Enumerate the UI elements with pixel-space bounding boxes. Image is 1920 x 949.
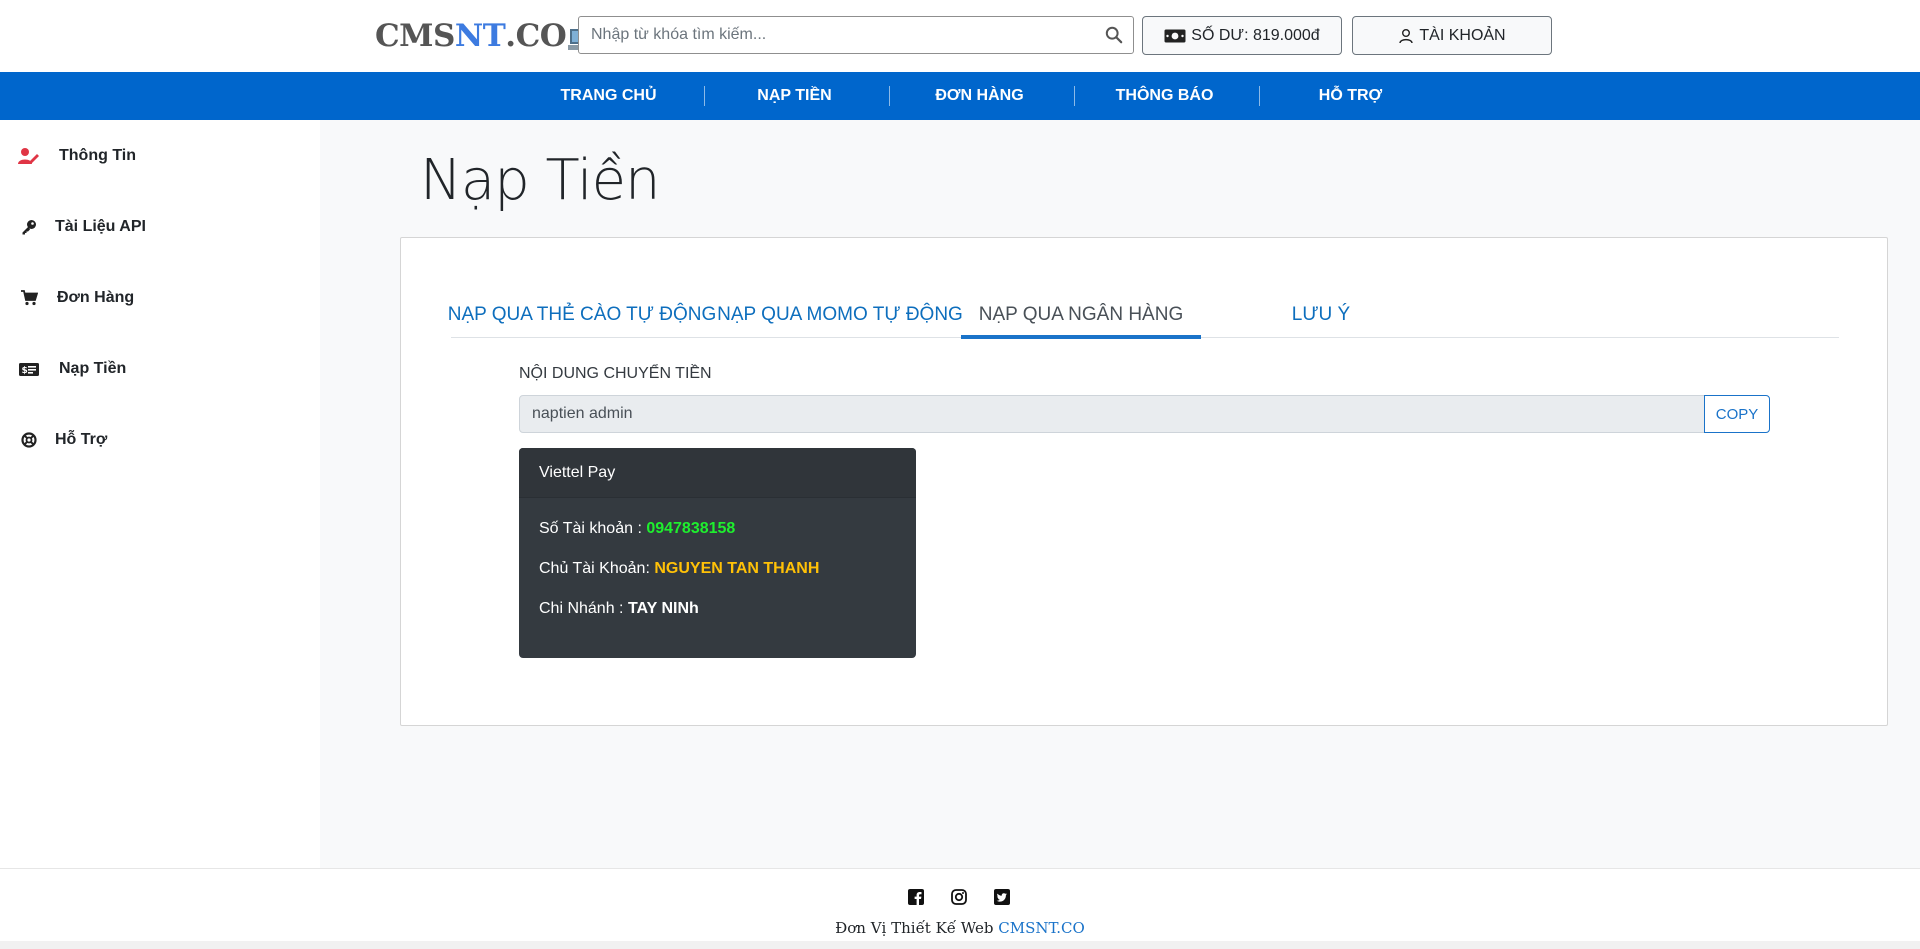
page-title: Nạp Tiền xyxy=(420,148,661,213)
nav-label: NẠP TIỀN xyxy=(757,87,832,104)
logo-text-nt: NT xyxy=(454,18,506,54)
deposit-card: NẠP QUA THẺ CÀO TỰ ĐỘNG NẠP QUA MOMO TỰ … xyxy=(400,237,1888,726)
sidebar-item-deposit[interactable]: $ Nạp Tiền xyxy=(0,347,320,391)
balance-label: SỐ DƯ: 819.000đ xyxy=(1191,26,1320,44)
sidebar-item-label: Thông Tin xyxy=(59,147,137,164)
money-bill-icon xyxy=(1164,29,1186,42)
sidebar-item-info[interactable]: Thông Tin xyxy=(0,134,320,178)
tab-momo[interactable]: NẠP QUA MOMO TỰ ĐỘNG xyxy=(713,292,967,338)
tab-bank[interactable]: NẠP QUA NGÂN HÀNG xyxy=(961,292,1201,339)
sidebar-item-support[interactable]: Hỗ Trợ xyxy=(0,418,320,462)
account-owner-value: NGUYEN TAN THANH xyxy=(654,560,820,577)
key-icon xyxy=(18,216,40,238)
footer-credit-link[interactable]: CMSNT.CO xyxy=(998,919,1085,937)
tab-label: NẠP QUA THẺ CÀO TỰ ĐỘNG xyxy=(447,304,717,325)
bank-info-card: Viettel Pay Số Tài khoản : 0947838158 Ch… xyxy=(519,448,916,658)
account-owner-label: Chủ Tài Khoản: xyxy=(539,560,655,577)
account-owner-row: Chủ Tài Khoản: NGUYEN TAN THANH xyxy=(539,560,819,578)
deposit-tabs: NẠP QUA THẺ CÀO TỰ ĐỘNG NẠP QUA MOMO TỰ … xyxy=(448,292,1839,339)
logo-text-co: .CO xyxy=(505,18,567,54)
footer: Đơn Vị Thiết Kế Web CMSNT.CO xyxy=(0,868,1920,941)
sidebar: Thông Tin Tài Liệu API Đơn Hàng $ Nạp Ti… xyxy=(0,120,320,868)
sidebar-item-orders[interactable]: Đơn Hàng xyxy=(0,276,320,320)
transfer-content-group: COPY xyxy=(519,395,1770,433)
logo-text-cms: CMS xyxy=(375,18,455,54)
facebook-icon[interactable] xyxy=(908,889,924,905)
transfer-content-input[interactable] xyxy=(519,395,1705,433)
tab-label: NẠP QUA MOMO TỰ ĐỘNG xyxy=(717,304,963,325)
tab-notes[interactable]: LƯU Ý xyxy=(1201,292,1441,338)
main-nav: TRANG CHỦ NẠP TIỀN ĐƠN HÀNG THÔNG BÁO HỖ… xyxy=(0,72,1920,120)
account-number-value: 0947838158 xyxy=(646,520,736,537)
sidebar-item-label: Hỗ Trợ xyxy=(55,431,108,448)
search-icon[interactable] xyxy=(1105,26,1123,44)
branch-value: TAY NINh xyxy=(627,600,699,617)
bank-name: Viettel Pay xyxy=(519,448,916,498)
account-button[interactable]: TÀI KHOẢN xyxy=(1352,16,1552,55)
nav-item-support[interactable]: HỖ TRỢ xyxy=(1258,72,1443,120)
life-ring-icon xyxy=(18,429,40,451)
balance-button[interactable]: SỐ DƯ: 819.000đ xyxy=(1142,16,1342,55)
top-header: CMSNT.CO SỐ DƯ: 819.000đ TÀI KHOẢN xyxy=(0,0,1920,72)
footer-credit: Đơn Vị Thiết Kế Web CMSNT.CO xyxy=(0,919,1920,937)
account-number-label: Số Tài khoản : xyxy=(539,520,647,537)
sidebar-item-label: Đơn Hàng xyxy=(57,289,135,306)
sidebar-item-label: Tài Liệu API xyxy=(55,218,146,235)
branch-label: Chi Nhánh : xyxy=(539,600,628,617)
money-bill-icon: $ xyxy=(18,358,40,380)
account-label: TÀI KHOẢN xyxy=(1419,26,1506,44)
nav-label: ĐƠN HÀNG xyxy=(935,87,1024,104)
tab-label: LƯU Ý xyxy=(1291,304,1351,325)
user-edit-icon xyxy=(18,145,40,167)
nav-item-home[interactable]: TRANG CHỦ xyxy=(516,72,701,120)
site-logo[interactable]: CMS NT .CO xyxy=(375,16,593,56)
transfer-content-label: NỘI DUNG CHUYỂN TIỀN xyxy=(519,365,712,382)
twitter-icon[interactable] xyxy=(994,889,1010,905)
nav-label: TRANG CHỦ xyxy=(560,87,657,104)
tab-card-topup[interactable]: NẠP QUA THẺ CÀO TỰ ĐỘNG xyxy=(448,292,717,338)
account-number-row: Số Tài khoản : 0947838158 xyxy=(539,520,735,538)
tab-label: NẠP QUA NGÂN HÀNG xyxy=(978,303,1184,325)
search-box xyxy=(578,16,1134,54)
cart-icon xyxy=(18,287,40,309)
copy-button[interactable]: COPY xyxy=(1704,395,1770,433)
sidebar-item-label: Nạp Tiền xyxy=(59,360,127,377)
copy-button-label: COPY xyxy=(1715,405,1759,423)
svg-text:$: $ xyxy=(22,366,28,376)
nav-label: HỖ TRỢ xyxy=(1318,87,1383,104)
user-icon xyxy=(1399,28,1414,43)
nav-item-deposit[interactable]: NẠP TIỀN xyxy=(702,72,887,120)
footer-credit-text: Đơn Vị Thiết Kế Web xyxy=(835,919,999,937)
instagram-icon[interactable] xyxy=(951,889,967,905)
sidebar-item-api-docs[interactable]: Tài Liệu API xyxy=(0,205,320,249)
nav-label: THÔNG BÁO xyxy=(1115,87,1214,104)
branch-row: Chi Nhánh : TAY NINh xyxy=(539,600,699,618)
bottom-strip xyxy=(0,941,1920,949)
search-input[interactable] xyxy=(579,17,1079,53)
nav-item-orders[interactable]: ĐƠN HÀNG xyxy=(887,72,1072,120)
nav-item-notifications[interactable]: THÔNG BÁO xyxy=(1072,72,1257,120)
